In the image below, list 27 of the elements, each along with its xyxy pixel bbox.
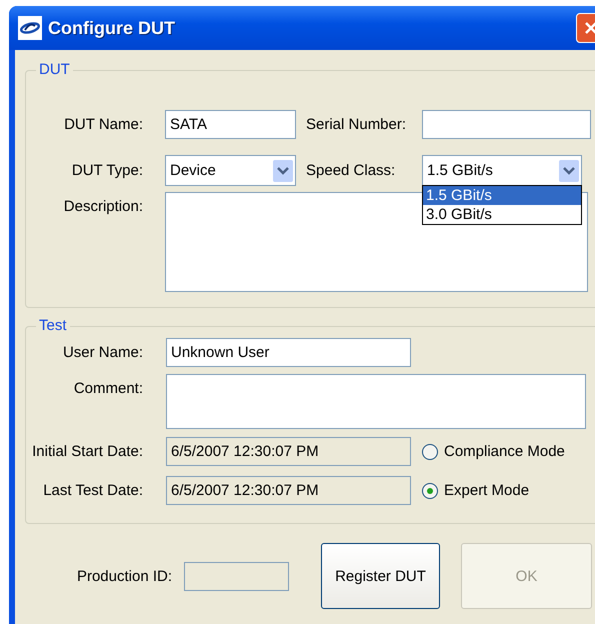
field-label: DUT Name:: [63, 116, 143, 132]
dropdown-option[interactable]: 3.0 GBit/s: [423, 205, 581, 224]
window-title: Configure DUT: [48, 18, 175, 38]
field-label: Description:: [62, 198, 143, 215]
last-test-date-field[interactable]: 6/5/2007 12:30:07 PM: [166, 476, 411, 505]
field-label: Initial Start Date:: [31, 443, 143, 460]
radio-button[interactable]: Compliance Mode: [422, 443, 565, 460]
close-icon: [584, 21, 595, 35]
dut-type-dropdown[interactable]: Device: [165, 155, 296, 186]
radio-button[interactable]: Expert Mode: [422, 482, 530, 499]
field-label: DUT Type:: [70, 162, 143, 179]
field-label: Serial Number:: [305, 116, 408, 132]
dropdown-option[interactable]: 1.5 GBit/s: [423, 186, 581, 205]
user-name-field[interactable]: Unknown User: [166, 338, 411, 366]
field-label: Production ID:: [76, 568, 172, 584]
production-id-field[interactable]: [184, 562, 289, 590]
comment-field[interactable]: [166, 374, 586, 429]
field-label: User Name:: [62, 344, 143, 360]
app-logo-icon: [18, 16, 42, 40]
speed-class-dropdown[interactable]: 1.5 GBit/s: [422, 155, 582, 186]
field-label: Last Test Date:: [42, 482, 143, 499]
field-label: Speed Class:: [305, 162, 396, 179]
field-label: Comment:: [72, 380, 143, 397]
register-button[interactable]: Register DUT: [321, 543, 440, 609]
dut-name-field[interactable]: SATA: [165, 110, 296, 138]
serial-number-field[interactable]: [422, 110, 591, 138]
initial-start-date-field[interactable]: 6/5/2007 12:30:07 PM: [166, 437, 411, 466]
